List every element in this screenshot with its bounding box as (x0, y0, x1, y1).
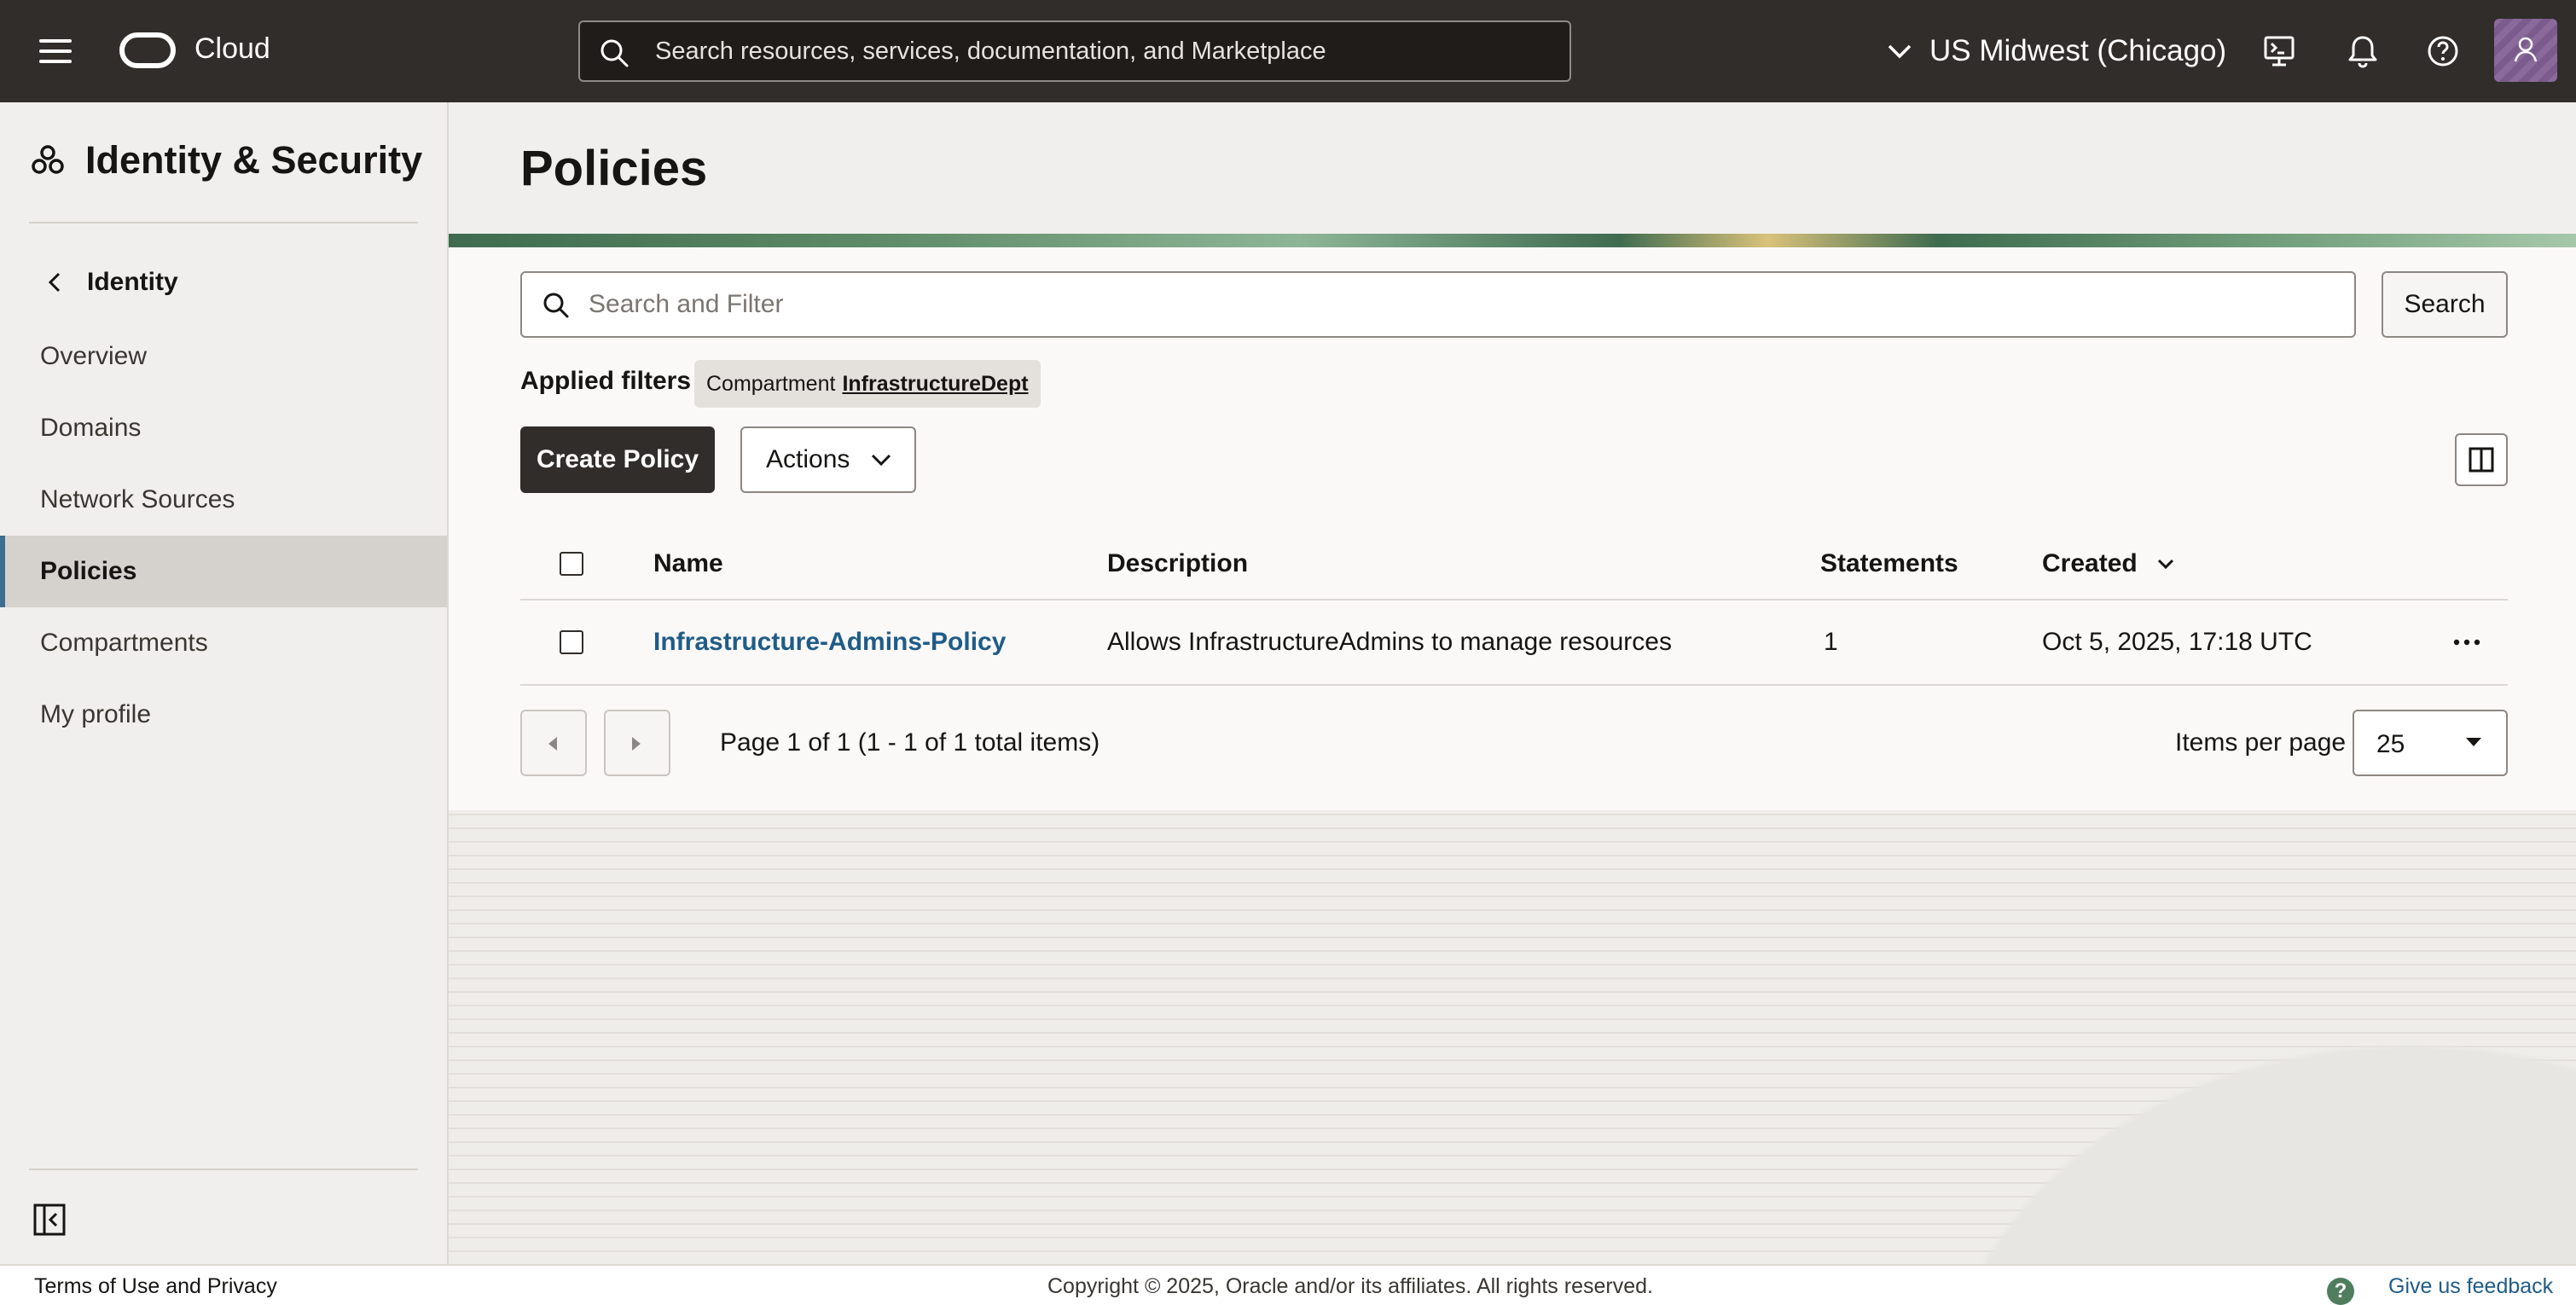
create-policy-button[interactable]: Create Policy (520, 426, 715, 493)
row-actions-cell (2453, 600, 2480, 684)
copyright-text: Copyright © 2025, Oracle and/or its affi… (1047, 1274, 1653, 1298)
more-actions-icon[interactable] (2453, 639, 2480, 646)
compartment-filter-chip[interactable]: Compartment InfrastructureDept (694, 360, 1041, 408)
page-info: Page 1 of 1 (1 - 1 of 1 total items) (720, 728, 1100, 757)
feedback-link[interactable]: Give us feedback (2388, 1274, 2553, 1299)
help-icon[interactable] (2422, 31, 2463, 72)
feedback-icon[interactable]: ? (2327, 1278, 2354, 1305)
sidebar-item-my-profile[interactable]: My profile (0, 679, 447, 751)
region-label: US Midwest (Chicago) (1929, 34, 2227, 67)
region-selector[interactable]: US Midwest (Chicago) (1887, 31, 2226, 72)
search-filter-box[interactable] (520, 271, 2356, 338)
decorative-banner (449, 234, 2576, 247)
top-bar: Cloud US Midwest (Chicago) (0, 0, 2576, 102)
user-icon (2514, 37, 2538, 62)
sidebar-nav: Overview Domains Network Sources Policie… (0, 321, 447, 751)
sidebar-item-network-sources[interactable]: Network Sources (0, 464, 447, 536)
search-icon (600, 39, 629, 67)
search-filter-input[interactable] (589, 273, 2346, 336)
items-per-page-label: Items per page (2175, 728, 2347, 757)
actions-label: Actions (766, 445, 850, 473)
row-checkbox[interactable] (560, 630, 583, 654)
back-label: Identity (87, 268, 178, 296)
divider (29, 1169, 418, 1170)
page-title: Policies (520, 141, 708, 196)
next-page-button[interactable] (604, 710, 670, 776)
oracle-logo[interactable] (119, 32, 176, 68)
caret-left-icon (548, 737, 557, 751)
brand-label[interactable]: Cloud (194, 32, 270, 66)
collapse-sidebar-icon[interactable] (32, 1203, 67, 1237)
page-header: Policies (449, 102, 2576, 234)
chevron-down-icon (1888, 44, 1912, 59)
bell-icon[interactable] (2342, 31, 2383, 72)
columns-icon (2469, 447, 2494, 473)
background-texture (449, 810, 2576, 1264)
column-header-created[interactable]: Created (2042, 529, 2175, 599)
chip-value-link[interactable]: InfrastructureDept (842, 372, 1028, 397)
previous-page-button[interactable] (520, 710, 587, 776)
back-to-identity-link[interactable]: Identity (48, 268, 178, 297)
policy-created-date: Oct 5, 2025, 17:18 UTC (2042, 628, 2312, 656)
created-header-label: Created (2042, 549, 2138, 577)
select-all-checkbox[interactable] (560, 552, 583, 576)
menu-icon[interactable] (39, 38, 72, 65)
footer: Terms of Use and Privacy Copyright © 202… (0, 1264, 2576, 1305)
caret-down-icon (2466, 738, 2481, 746)
items-per-page-select[interactable]: 25 (2353, 710, 2508, 776)
sort-descending-icon[interactable] (2156, 558, 2175, 570)
search-button[interactable]: Search (2382, 271, 2508, 338)
policy-name-link[interactable]: Infrastructure-Admins-Policy (653, 600, 1006, 684)
sidebar-title-label: Identity & Security (85, 138, 423, 182)
search-icon (543, 293, 569, 318)
caret-right-icon (632, 737, 641, 751)
global-search-input[interactable] (655, 22, 1559, 80)
chip-key: Compartment (706, 371, 836, 396)
chevron-down-icon (872, 454, 891, 467)
items-per-page-value: 25 (2376, 730, 2405, 758)
column-header-name[interactable]: Name (653, 529, 723, 599)
divider (29, 222, 418, 223)
column-header-statements[interactable]: Statements (1820, 529, 1958, 599)
global-search-box[interactable] (578, 20, 1571, 82)
table-header: Name Description Statements Created (520, 529, 2508, 600)
terms-link[interactable]: Terms of Use and Privacy (34, 1274, 277, 1299)
applied-filters-label: Applied filters (520, 367, 692, 395)
policies-panel: Search Applied filters Compartment Infra… (449, 247, 2576, 810)
sidebar-title: Identity & Security (31, 138, 422, 183)
sidebar-item-policies[interactable]: Policies (0, 536, 447, 607)
policy-statements-count: 1 (1824, 628, 1838, 656)
sidebar-item-domains[interactable]: Domains (0, 392, 447, 464)
sidebar: Identity & Security Identity Overview Do… (0, 102, 449, 1264)
sidebar-item-overview[interactable]: Overview (0, 321, 447, 392)
column-layout-button[interactable] (2455, 433, 2508, 486)
policy-description: Allows InfrastructureAdmins to manage re… (1107, 628, 1672, 656)
cloud-shell-icon[interactable] (2259, 31, 2300, 72)
actions-menu-button[interactable]: Actions (740, 426, 916, 493)
sidebar-item-compartments[interactable]: Compartments (0, 607, 447, 679)
policies-table: Name Description Statements Created Infr… (520, 529, 2508, 686)
select-all-cell (560, 529, 583, 599)
row-select-cell (560, 600, 583, 684)
column-header-description[interactable]: Description (1107, 529, 1248, 599)
table-row: Infrastructure-Admins-Policy Allows Infr… (520, 600, 2508, 686)
avatar[interactable] (2494, 19, 2557, 82)
identity-security-icon (32, 145, 64, 174)
chevron-left-icon (48, 272, 61, 293)
